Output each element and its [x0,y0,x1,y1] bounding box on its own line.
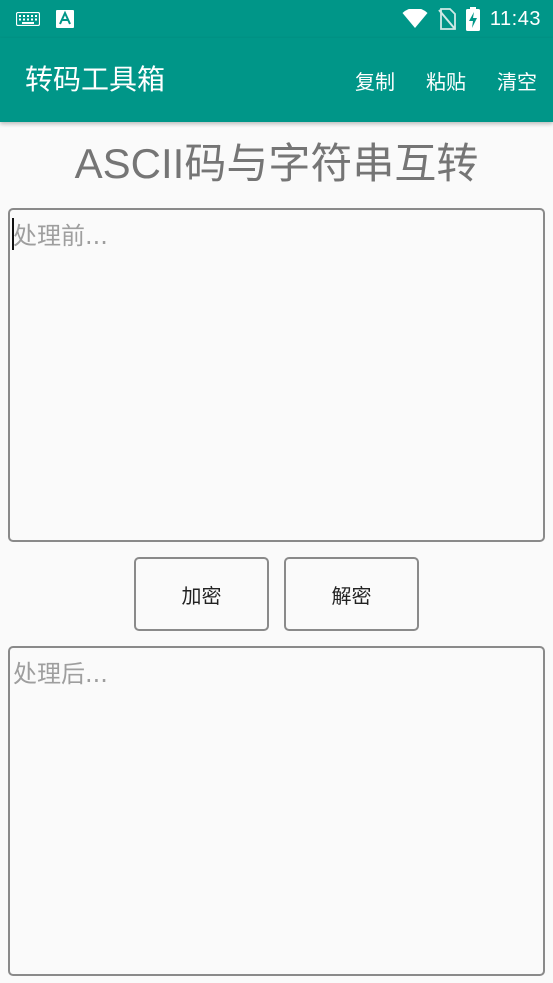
no-sim-icon [438,8,456,30]
wifi-icon [402,9,428,28]
accessibility-a-icon [56,10,74,28]
clear-button[interactable]: 清空 [497,66,537,95]
app-actions: 复制 粘贴 清空 [355,38,537,122]
status-right-icons: 11:43 [402,0,541,38]
status-time: 11:43 [489,7,541,30]
paste-button[interactable]: 粘贴 [426,66,466,95]
keyboard-icon [16,12,40,26]
page-heading: ASCII码与字符串互转 [74,140,479,187]
status-bar: 11:43 [0,0,553,38]
encrypt-button[interactable]: 加密 [134,557,269,631]
input-text-area[interactable]: 处理前... [8,208,545,542]
decrypt-button[interactable]: 解密 [284,557,419,631]
copy-button[interactable]: 复制 [355,66,395,95]
output-text-area[interactable]: 处理后... [8,646,545,976]
input-placeholder: 处理前... [13,222,108,250]
text-cursor [12,218,14,250]
output-placeholder: 处理后... [13,660,108,688]
battery-charging-icon [465,7,480,31]
status-left-icons [16,8,74,30]
app-bar: 转码工具箱 复制 粘贴 清空 [0,38,553,122]
app-title: 转码工具箱 [25,63,166,96]
